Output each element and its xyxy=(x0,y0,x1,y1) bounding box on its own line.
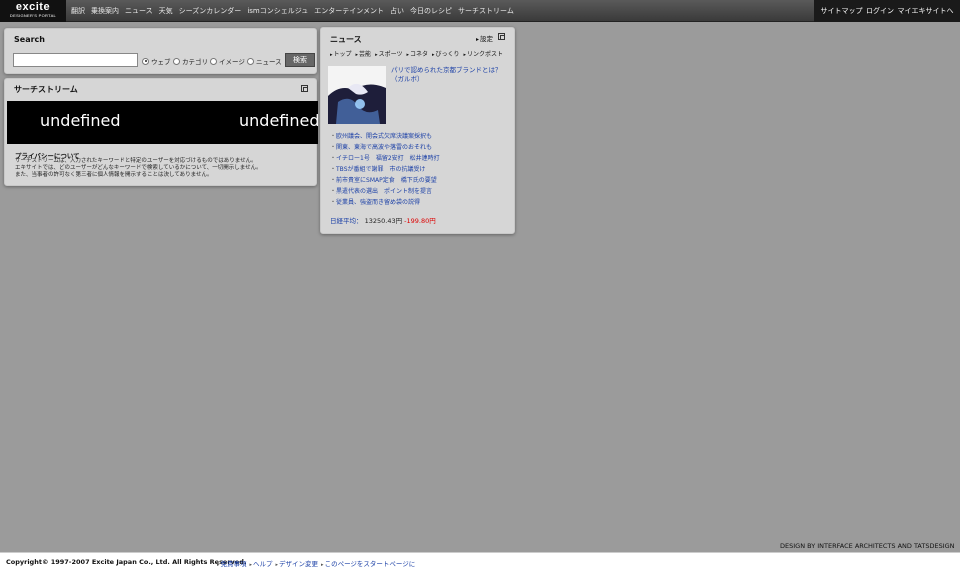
news-tab-entertainment[interactable]: 芸能 xyxy=(356,49,371,58)
radio-news-label: ニュース xyxy=(256,58,282,66)
news-headline-link[interactable]: パリで認められた京都ブランドとは？（ガルボ） xyxy=(391,66,509,84)
copyright: Copyright© 1997-2007 Excite Japan Co., L… xyxy=(6,558,247,566)
radio-news-indicator xyxy=(247,57,254,65)
search-stream-panel: サーチストリーム undefined undefined プライバシーについて … xyxy=(4,78,318,186)
design-credit: DESIGN BY INTERFACE ARCHITECTS AND TATSD… xyxy=(780,542,955,550)
news-tabs: トップ 芸能 スポーツ コネタ びっくり リンクポスト xyxy=(330,49,507,58)
news-tab-bikkuri[interactable]: びっくり xyxy=(432,49,460,58)
stream-panel-title: サーチストリーム xyxy=(14,85,78,94)
stream-word: undefined xyxy=(239,111,318,130)
news-expand-icon[interactable] xyxy=(498,33,505,40)
news-settings-link[interactable]: 設定 xyxy=(476,33,493,43)
news-item[interactable]: 欧州議会、開会式欠席決議案採択も xyxy=(330,131,440,142)
footer: Copyright© 1997-2007 Excite Japan Co., L… xyxy=(0,552,960,569)
news-panel: ニュース 設定 トップ 芸能 スポーツ コネタ びっくり リンクポスト パリで認… xyxy=(320,27,515,234)
footer-link-set-start-page[interactable]: このページをスタートページに xyxy=(321,558,416,568)
search-input[interactable] xyxy=(13,53,138,67)
stream-word: undefined xyxy=(40,111,121,130)
news-tab-sports[interactable]: スポーツ xyxy=(375,49,403,58)
radio-web-label: ウェブ xyxy=(151,58,171,66)
footer-links: 免責事項 ヘルプ デザイン変更 このページをスタートページに xyxy=(217,558,418,568)
footer-link-design-change[interactable]: デザイン変更 xyxy=(276,558,318,568)
radio-web-indicator xyxy=(142,57,149,65)
privacy-text: サーチストリームは、入力されたキーワードと特定のユーザーを対応づけるものではあり… xyxy=(15,158,315,179)
stream-expand-icon[interactable] xyxy=(301,85,308,92)
stream-banner: undefined undefined xyxy=(7,101,318,144)
radio-category-indicator xyxy=(173,57,180,65)
footer-link-help[interactable]: ヘルプ xyxy=(250,558,273,568)
right-nav: サイトマップ ログイン マイエキサイトへ xyxy=(814,0,960,22)
nav-news[interactable]: ニュース xyxy=(125,6,153,16)
nav-season-calendar[interactable]: シーズンカレンダー xyxy=(179,6,242,16)
nav-ism-concierge[interactable]: ismコンシェルジュ xyxy=(247,6,308,16)
search-button[interactable]: 検索 xyxy=(285,53,315,67)
nav-weather[interactable]: 天気 xyxy=(159,6,173,16)
my-excite-link[interactable]: マイエキサイトへ xyxy=(898,6,954,16)
news-item[interactable]: 従業員、強盗而き留め袋の説得 xyxy=(330,197,440,208)
search-panel-title: Search xyxy=(14,35,45,44)
news-panel-title: ニュース xyxy=(330,35,362,44)
nav-translate[interactable]: 翻訳 xyxy=(71,6,85,16)
radio-image[interactable]: イメージ xyxy=(210,56,245,66)
nav-entertainment[interactable]: エンターテインメント xyxy=(314,6,384,16)
news-tab-linkpost[interactable]: リンクポスト xyxy=(464,49,503,58)
radio-category[interactable]: カテゴリ xyxy=(173,56,208,66)
nikkei-label: 日経平均： xyxy=(330,217,363,225)
top-nav: 翻訳 乗換案内 ニュース 天気 シーズンカレンダー ismコンシェルジュ エンタ… xyxy=(71,0,520,22)
radio-news[interactable]: ニュース xyxy=(247,56,282,66)
nav-transit[interactable]: 乗換案内 xyxy=(91,6,119,16)
privacy-line: サーチストリームは、入力されたキーワードと特定のユーザーを対応づけるものではあり… xyxy=(15,158,257,164)
radio-category-label: カテゴリ xyxy=(182,58,208,66)
privacy-line: また、当事者の許可なく第三者に個人情報を開示することは決してありません。 xyxy=(15,172,213,178)
news-tab-koneta[interactable]: コネタ xyxy=(406,49,428,58)
login-link[interactable]: ログイン xyxy=(866,6,894,16)
logo-text: excite xyxy=(15,1,51,13)
news-item[interactable]: 前市貴室にSMAP定食 橋下氏の要望 xyxy=(330,175,440,186)
news-item[interactable]: TBSが番組で謝罪 市の抗議受け xyxy=(330,164,440,175)
search-panel: Search ウェブ カテゴリ イメージ ニュース 検索 xyxy=(4,28,317,74)
radio-web[interactable]: ウェブ xyxy=(142,56,171,66)
news-item[interactable]: イチロー1号 福留2安打 松井連時打 xyxy=(330,153,440,164)
logo-subtitle: DESIGNER'S PORTAL xyxy=(9,13,57,18)
radio-image-indicator xyxy=(210,57,217,65)
nav-fortune[interactable]: 占い xyxy=(390,6,404,16)
excite-logo[interactable]: excite DESIGNER'S PORTAL xyxy=(0,0,66,22)
footer-link-disclaimer[interactable]: 免責事項 xyxy=(217,558,247,568)
news-item[interactable]: 関東、東海で高波や落雷のおそれも xyxy=(330,142,440,153)
radio-image-label: イメージ xyxy=(219,58,245,66)
privacy-line: エキサイトでは、どのユーザーがどんなキーワードで検索しているかについて、一切開示… xyxy=(15,165,262,171)
nav-search-stream[interactable]: サーチストリーム xyxy=(458,6,514,16)
news-thumbnail-image[interactable] xyxy=(328,66,386,124)
nav-recipe[interactable]: 今日のレシピ xyxy=(410,6,452,16)
nikkei-average: 日経平均： 13250.43円 -199.80円 xyxy=(330,215,436,225)
news-item[interactable]: 黒遣代表の選出 ポイント制を提言 xyxy=(330,186,440,197)
news-list: 欧州議会、開会式欠席決議案採択も 関東、東海で高波や落雷のおそれも イチロー1号… xyxy=(330,131,440,208)
top-bar: excite DESIGNER'S PORTAL 翻訳 乗換案内 ニュース 天気… xyxy=(0,0,960,22)
sitemap-link[interactable]: サイトマップ xyxy=(821,6,863,16)
news-tab-top[interactable]: トップ xyxy=(330,49,352,58)
nikkei-value: 13250.43円 xyxy=(364,217,403,225)
nikkei-change: -199.80円 xyxy=(404,217,436,225)
